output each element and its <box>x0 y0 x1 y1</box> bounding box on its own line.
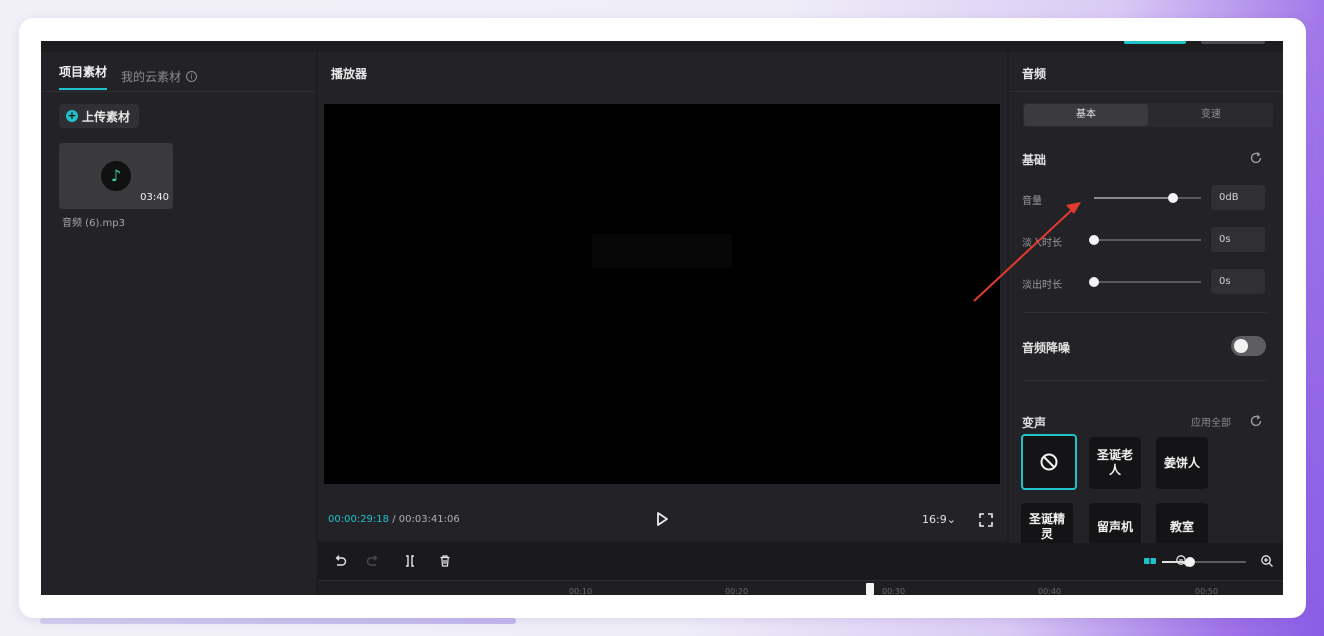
plus-icon: + <box>66 109 78 122</box>
tick-label: 00:40 <box>1038 587 1062 595</box>
media-tabs: 项目素材 我的云素材 i <box>59 63 198 90</box>
playhead-handle[interactable] <box>866 583 874 595</box>
info-icon[interactable]: i <box>186 71 198 82</box>
media-duration: 03:40 <box>140 192 169 203</box>
zoom-in-icon[interactable] <box>1260 554 1274 568</box>
music-note-icon: ♪ <box>101 161 131 191</box>
media-item-thumbnail[interactable]: ♪ 03:40 <box>59 143 173 209</box>
zoom-knob[interactable] <box>1184 557 1195 567</box>
volume-value[interactable]: 0dB <box>1211 185 1265 210</box>
noise-reduction-label: 音频降噪 <box>1022 341 1071 355</box>
upload-media-label: 上传素材 <box>82 109 131 124</box>
snap-icon[interactable] <box>1142 554 1158 568</box>
fade-out-slider[interactable] <box>1089 277 1201 287</box>
tab-cloud-media[interactable]: 我的云素材 i <box>121 63 198 90</box>
preview-content <box>592 234 732 268</box>
current-time: 00:00:29:18 <box>328 514 390 525</box>
divider <box>1009 91 1283 92</box>
undo-icon[interactable] <box>333 554 347 568</box>
audio-mode-tabs: 基本 变速 <box>1023 103 1273 127</box>
volume-label: 音量 <box>1022 196 1042 207</box>
slider-knob[interactable] <box>1089 235 1099 245</box>
upload-media-button[interactable]: + 上传素材 <box>59 104 140 128</box>
slider-fill <box>1094 197 1174 199</box>
divider <box>1023 312 1267 313</box>
tick-label: 00:30 <box>882 587 906 595</box>
audio-panel-title: 音频 <box>1022 67 1047 81</box>
fade-in-slider[interactable] <box>1089 235 1201 245</box>
split-icon[interactable] <box>403 554 417 568</box>
video-preview[interactable] <box>324 104 1000 484</box>
media-panel: 项目素材 我的云素材 i + 上传素材 ♪ 03:40 音频 (6).mp3 <box>41 52 316 595</box>
tick-label: 00:10 <box>569 587 593 595</box>
voice-option-santa[interactable]: 圣诞老人 <box>1089 437 1141 489</box>
tab-basic[interactable]: 基本 <box>1024 104 1148 126</box>
tab-speed[interactable]: 变速 <box>1149 103 1273 127</box>
apply-all-button[interactable]: 应用全部 <box>1191 414 1231 429</box>
voice-option-gingerbread[interactable]: 姜饼人 <box>1156 437 1208 489</box>
time-separator: / <box>389 514 399 525</box>
basic-section-title: 基础 <box>1022 153 1047 167</box>
noise-reduction-toggle[interactable] <box>1231 336 1266 356</box>
redo-icon[interactable] <box>366 554 380 568</box>
video-editor-window: 项目素材 我的云素材 i + 上传素材 ♪ 03:40 音频 (6).mp3 播… <box>41 41 1283 595</box>
timeline-toolbar <box>318 543 1283 579</box>
divider <box>41 91 316 92</box>
timeline-ruler[interactable]: 00:10 00:20 00:30 00:40 00:50 <box>318 580 1283 595</box>
fullscreen-icon[interactable] <box>979 513 993 527</box>
topbar-button-edge[interactable] <box>1201 41 1265 44</box>
player-panel: 播放器 00:00:29:18 / 00:03:41:06 16:9⌄ <box>318 52 1007 541</box>
fade-out-value[interactable]: 0s <box>1211 269 1265 294</box>
tab-cloud-media-label: 我的云素材 <box>121 70 182 84</box>
aspect-ratio-select[interactable]: 16:9⌄ <box>922 513 956 526</box>
reset-icon[interactable] <box>1249 151 1263 165</box>
player-title: 播放器 <box>331 67 368 81</box>
background-glow-bar <box>40 618 516 624</box>
voice-option-none[interactable] <box>1021 434 1077 490</box>
slider-knob[interactable] <box>1089 277 1099 287</box>
slider-knob[interactable] <box>1168 193 1179 203</box>
reset-icon[interactable] <box>1249 414 1263 428</box>
tick-label: 00:50 <box>1195 587 1219 595</box>
audio-properties-panel: 音频 基本 变速 基础 音量 0dB 淡入时长 0s 淡出时长 0s 音频降噪 … <box>1009 52 1283 595</box>
timecode: 00:00:29:18 / 00:03:41:06 <box>328 514 460 525</box>
export-button-edge[interactable] <box>1124 41 1186 44</box>
total-time: 00:03:41:06 <box>398 514 460 525</box>
fade-in-label: 淡入时长 <box>1022 238 1062 249</box>
fade-out-label: 淡出时长 <box>1022 280 1062 291</box>
volume-slider[interactable] <box>1094 193 1201 203</box>
timeline-zoom-slider[interactable] <box>1162 557 1246 567</box>
media-filename: 音频 (6).mp3 <box>62 218 125 229</box>
fade-in-value[interactable]: 0s <box>1211 227 1265 252</box>
play-icon[interactable] <box>655 511 669 527</box>
tick-label: 00:20 <box>725 587 749 595</box>
voice-changer-title: 变声 <box>1022 416 1047 430</box>
divider <box>1023 380 1267 381</box>
tab-project-media[interactable]: 项目素材 <box>59 63 108 90</box>
delete-icon[interactable] <box>438 554 452 568</box>
timeline: 00:10 00:20 00:30 00:40 00:50 <box>318 543 1283 595</box>
no-effect-icon <box>1040 453 1058 471</box>
